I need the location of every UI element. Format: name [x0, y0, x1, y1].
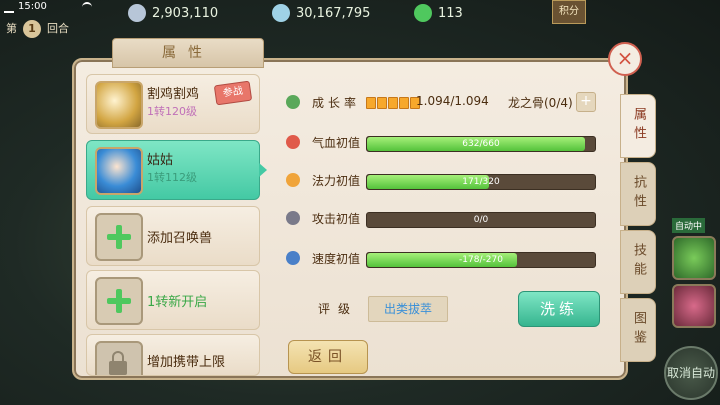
- currency-value: 2,903,110: [152, 5, 219, 21]
- plus-icon: [95, 213, 143, 261]
- round-number: 1: [23, 20, 41, 38]
- attack-label: 攻击初值: [312, 212, 361, 226]
- jade-icon: [414, 4, 432, 22]
- speed-value: -178/-270: [459, 255, 503, 265]
- add-pet-card[interactable]: 添加召唤兽: [86, 206, 260, 266]
- expand-capacity-card[interactable]: 增加携带上限: [86, 334, 260, 376]
- growth-row: 成长率 1.094/1.094 龙之骨(0/4) +: [286, 92, 606, 114]
- sword-icon: [286, 211, 300, 225]
- growth-label: 成长率: [312, 96, 361, 110]
- skill-slot-1[interactable]: [672, 236, 716, 280]
- add-dragon-bone-button[interactable]: +: [576, 92, 596, 112]
- auto-status-label: 自动中: [672, 218, 706, 233]
- lock-icon: [95, 341, 143, 375]
- hp-label: 气血初值: [312, 136, 361, 150]
- round-indicator: 第 1 回合: [0, 20, 90, 42]
- golden-dragon-avatar: [95, 81, 143, 129]
- silver-coin-icon: [128, 4, 146, 22]
- refine-button[interactable]: 洗练: [518, 291, 600, 327]
- dragon-bone-label: 龙之骨(0/4): [508, 96, 573, 110]
- pet-card[interactable]: 割鸡割鸡 1转120级 参战: [86, 74, 260, 134]
- skill-slot-2[interactable]: [672, 284, 716, 328]
- close-button[interactable]: ×: [608, 42, 642, 76]
- tab-resistance[interactable]: 抗性: [620, 162, 656, 226]
- pet-level: 1转120级: [147, 105, 197, 118]
- rebirth-slot-label: 1转新开启: [147, 295, 208, 310]
- pet-card-selected[interactable]: 姑姑 1转112级: [86, 140, 267, 200]
- speed-label: 速度初值: [312, 252, 361, 266]
- round-prefix: 第: [6, 22, 17, 35]
- pet-name: 割鸡割鸡: [147, 87, 200, 102]
- plus-icon: [95, 277, 143, 325]
- points-button[interactable]: 积分: [552, 0, 586, 24]
- currency-value: 30,167,795: [296, 5, 371, 21]
- signal-icon: [4, 3, 14, 13]
- hp-row: 气血初值 632/660: [286, 132, 606, 154]
- clock: 15:00: [18, 1, 47, 12]
- currency-ingot: 30,167,795: [272, 0, 370, 26]
- growth-icon: [286, 95, 300, 109]
- blue-girl-avatar: [95, 147, 143, 195]
- attack-value: 0/0: [473, 215, 489, 225]
- speed-icon: [286, 251, 300, 265]
- currency-silver: 2,903,110: [128, 0, 218, 26]
- in-battle-badge: 参战: [213, 80, 253, 106]
- tab-codex[interactable]: 图鉴: [620, 298, 656, 362]
- selection-pointer: [259, 163, 267, 177]
- back-button[interactable]: 返回: [288, 340, 368, 374]
- rebirth-slot-card[interactable]: 1转新开启: [86, 270, 260, 330]
- tab-attributes[interactable]: 属性: [620, 94, 656, 158]
- attack-bar: 0/0: [366, 212, 596, 228]
- tab-skills[interactable]: 技能: [620, 230, 656, 294]
- grade-value: 出类拔萃: [368, 296, 448, 322]
- ingot-icon: [272, 4, 290, 22]
- growth-stars: [366, 97, 421, 109]
- heart-icon: [286, 135, 300, 149]
- round-suffix: 回合: [47, 22, 69, 35]
- mp-value: 171/320: [462, 177, 500, 187]
- wifi-icon: [82, 2, 92, 12]
- mp-label: 法力初值: [312, 174, 361, 188]
- speed-row: 速度初值 -178/-270: [286, 248, 606, 270]
- attack-row: 攻击初值 0/0: [286, 208, 606, 230]
- pet-name: 姑姑: [147, 153, 174, 168]
- hp-value: 632/660: [462, 139, 500, 149]
- expand-capacity-label: 增加携带上限: [147, 355, 226, 370]
- speed-bar: -178/-270: [366, 252, 596, 268]
- mp-bar: 171/320: [366, 174, 596, 190]
- mana-icon: [286, 173, 300, 187]
- currency-jade: 113: [414, 0, 463, 26]
- pet-level: 1转112级: [147, 171, 197, 184]
- growth-value: 1.094/1.094: [416, 94, 489, 108]
- hp-bar: 632/660: [366, 136, 596, 152]
- currency-value: 113: [438, 5, 463, 21]
- add-pet-label: 添加召唤兽: [147, 231, 213, 246]
- panel-title: 属性: [112, 38, 264, 68]
- grade-label: 评级: [318, 302, 359, 316]
- mp-row: 法力初值 171/320: [286, 170, 606, 192]
- cancel-auto-button[interactable]: 取消自动: [664, 346, 718, 400]
